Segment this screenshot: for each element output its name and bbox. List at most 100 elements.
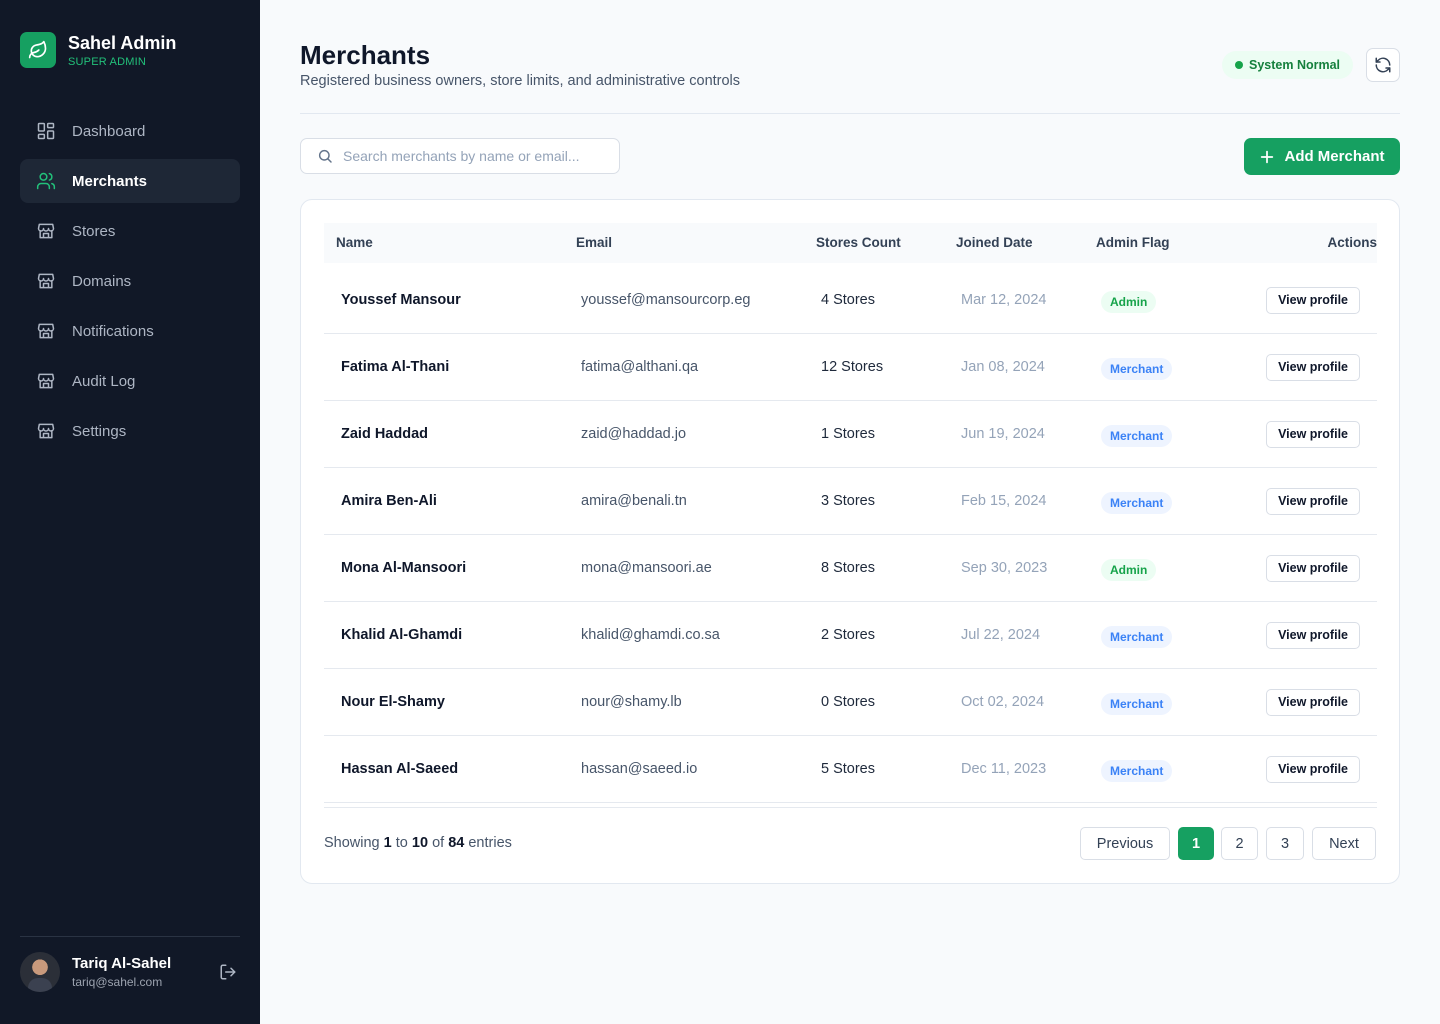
stores-count: 12 Stores	[821, 359, 884, 375]
status-dot-icon	[1235, 61, 1243, 69]
brand-name: Sahel Admin	[68, 33, 177, 53]
table-body: Youssef Mansour youssef@mansourcorp.eg 4…	[324, 267, 1377, 803]
view-profile-button[interactable]: View profile	[1266, 287, 1360, 314]
table-footer-divider	[324, 807, 1377, 808]
merchant-name: Zaid Haddad	[341, 426, 429, 442]
merchants-table-card: Name Email Stores Count Joined Date Admi…	[300, 199, 1400, 884]
column-header-name: Name	[336, 235, 373, 250]
view-profile-button[interactable]: View profile	[1266, 421, 1360, 448]
sidebar-nav: Dashboard Merchants Stores Domains Notif…	[20, 109, 240, 459]
view-profile-button[interactable]: View profile	[1266, 689, 1360, 716]
table-row: Nour El-Shamy nour@shamy.lb 0 Stores Oct…	[324, 669, 1377, 736]
plus-icon	[1261, 150, 1274, 163]
showing-from: 1	[383, 835, 392, 851]
system-status-badge: System Normal	[1222, 51, 1354, 79]
joined-date: Jun 19, 2024	[961, 426, 1045, 442]
column-header-stores-count: Stores Count	[816, 235, 901, 250]
add-merchant-button[interactable]: Add Merchant	[1244, 138, 1400, 175]
joined-date: Oct 02, 2024	[961, 694, 1045, 710]
next-page-button[interactable]: Next	[1312, 827, 1376, 860]
showing-to: 10	[411, 835, 429, 851]
sidebar-item-dashboard[interactable]: Dashboard	[20, 109, 240, 153]
table-row: Youssef Mansour youssef@mansourcorp.eg 4…	[324, 267, 1377, 334]
user-email: tariq@sahel.com	[72, 975, 163, 989]
showing-prefix: Showing	[324, 835, 380, 851]
brand: Sahel Admin SUPER ADMIN	[20, 32, 176, 68]
search-input[interactable]	[343, 148, 593, 164]
page-button-3[interactable]: 3	[1266, 827, 1304, 860]
view-profile-button[interactable]: View profile	[1266, 622, 1360, 649]
page-title: Merchants	[300, 40, 431, 70]
table-row: Hassan Al-Saeed hassan@saeed.io 5 Stores…	[324, 736, 1377, 803]
sidebar-item-notifications[interactable]: Notifications	[20, 309, 240, 353]
stores-count: 4 Stores	[821, 292, 875, 308]
merchant-name: Khalid Al-Ghamdi	[341, 627, 463, 643]
view-profile-button[interactable]: View profile	[1266, 756, 1360, 783]
sidebar-item-audit-log[interactable]: Audit Log	[20, 359, 240, 403]
admin-flag-badge: Admin	[1101, 559, 1157, 581]
page-button-1[interactable]: 1	[1178, 827, 1214, 860]
table-row: Zaid Haddad zaid@haddad.jo 1 Stores Jun …	[324, 401, 1377, 468]
grid-icon	[36, 121, 56, 141]
admin-flag-badge: Merchant	[1101, 760, 1173, 782]
merchant-email: mona@mansoori.ae	[581, 560, 712, 576]
refresh-icon	[1375, 57, 1391, 73]
users-icon	[36, 171, 56, 191]
joined-date: Sep 30, 2023	[961, 560, 1048, 576]
logout-icon[interactable]	[216, 960, 240, 984]
sidebar-item-merchants[interactable]: Merchants	[20, 159, 240, 203]
view-profile-button[interactable]: View profile	[1266, 555, 1360, 582]
column-header-actions: Actions	[1327, 235, 1377, 250]
admin-flag-badge: Merchant	[1101, 492, 1173, 514]
store-icon	[36, 371, 56, 391]
previous-page-button[interactable]: Previous	[1080, 827, 1170, 860]
sidebar-item-settings[interactable]: Settings	[20, 409, 240, 453]
add-merchant-label: Add Merchant	[1284, 148, 1385, 165]
store-icon	[36, 271, 56, 291]
user-name: Tariq Al-Sahel	[72, 955, 172, 972]
sidebar-item-label: Domains	[72, 272, 132, 290]
joined-date: Jul 22, 2024	[961, 627, 1041, 643]
stores-count: 0 Stores	[821, 694, 875, 710]
showing-of-word: of	[432, 835, 445, 851]
stores-count: 1 Stores	[821, 426, 875, 442]
sidebar-item-label: Dashboard	[72, 122, 146, 140]
avatar	[20, 952, 60, 992]
stores-count: 8 Stores	[821, 560, 875, 576]
store-icon	[36, 221, 56, 241]
merchant-email: nour@shamy.lb	[581, 694, 682, 710]
table-header: Name Email Stores Count Joined Date Admi…	[324, 223, 1377, 263]
stores-count: 2 Stores	[821, 627, 875, 643]
page-button-2[interactable]: 2	[1221, 827, 1258, 860]
joined-date: Dec 11, 2023	[961, 761, 1047, 777]
store-icon	[36, 421, 56, 441]
merchant-name: Nour El-Shamy	[341, 694, 445, 710]
page-subtitle: Registered business owners, store limits…	[300, 73, 741, 89]
sidebar: Sahel Admin SUPER ADMIN Dashboard Mercha…	[0, 0, 260, 1024]
column-header-admin-flag: Admin Flag	[1096, 235, 1170, 250]
search-icon	[318, 149, 332, 163]
merchant-name: Hassan Al-Saeed	[341, 761, 459, 777]
sidebar-item-domains[interactable]: Domains	[20, 259, 240, 303]
joined-date: Feb 15, 2024	[961, 493, 1047, 509]
showing-to-word: to	[395, 835, 408, 851]
column-header-email: Email	[576, 235, 613, 250]
admin-flag-badge: Merchant	[1101, 425, 1173, 447]
admin-flag-badge: Merchant	[1101, 626, 1173, 648]
store-icon	[36, 321, 56, 341]
merchant-email: fatima@althani.qa	[581, 359, 699, 375]
table-row: Khalid Al-Ghamdi khalid@ghamdi.co.sa 2 S…	[324, 602, 1377, 669]
view-profile-button[interactable]: View profile	[1266, 488, 1360, 515]
view-profile-button[interactable]: View profile	[1266, 354, 1360, 381]
showing-suffix: entries	[468, 835, 512, 851]
leaf-logo-icon	[20, 32, 56, 68]
table-row: Mona Al-Mansoori mona@mansoori.ae 8 Stor…	[324, 535, 1377, 602]
search-box[interactable]	[300, 138, 620, 174]
merchant-email: zaid@haddad.jo	[581, 426, 687, 442]
sidebar-item-stores[interactable]: Stores	[20, 209, 240, 253]
merchant-name: Mona Al-Mansoori	[341, 560, 467, 576]
sidebar-item-label: Stores	[72, 222, 116, 240]
refresh-button[interactable]	[1366, 48, 1400, 82]
joined-date: Jan 08, 2024	[961, 359, 1045, 375]
showing-total: 84	[448, 835, 465, 851]
